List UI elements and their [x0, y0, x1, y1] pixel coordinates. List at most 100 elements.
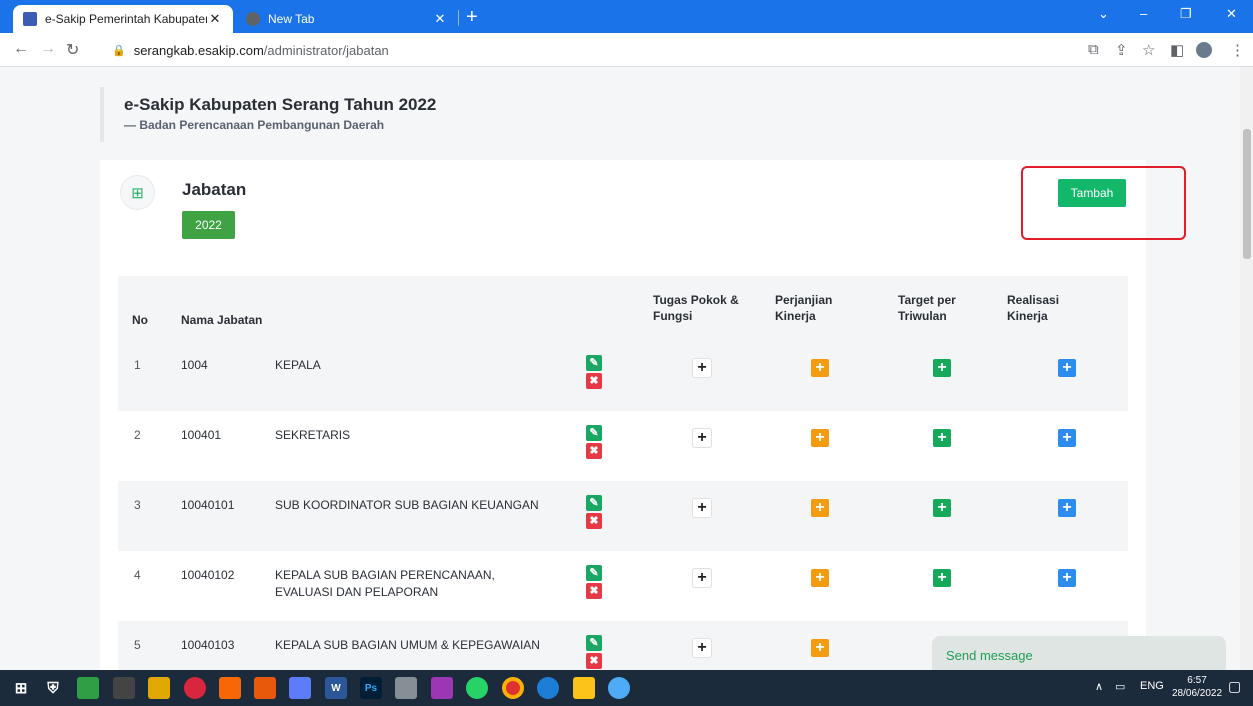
- chrome-icon[interactable]: [502, 677, 524, 699]
- tab-close-icon[interactable]: ✕: [207, 11, 223, 27]
- page-scrollbar[interactable]: [1240, 67, 1253, 670]
- word-icon[interactable]: W: [325, 677, 347, 699]
- table-row: 2 100401 SEKRETARIS ✎ ✖ + + + +: [118, 411, 1128, 481]
- add-realisasi-kinerja-button[interactable]: +: [1058, 569, 1076, 587]
- lock-icon: 🔒: [112, 44, 126, 57]
- app-icon[interactable]: [77, 677, 99, 699]
- add-button[interactable]: Tambah: [1058, 179, 1126, 207]
- row-nama: SEKRETARIS: [275, 428, 351, 442]
- add-perjanjian-kinerja-button[interactable]: +: [811, 499, 829, 517]
- url-path: /administrator/jabatan: [263, 42, 389, 58]
- clock-time: 6:57: [1187, 675, 1207, 686]
- add-realisasi-kinerja-button[interactable]: +: [1058, 429, 1076, 447]
- tab-search-icon[interactable]: ⌄: [1098, 6, 1109, 22]
- side-panel-icon[interactable]: ◧: [1170, 41, 1184, 59]
- header-tupoksi: Tugas Pokok & Fungsi: [653, 293, 739, 323]
- profile-avatar[interactable]: [1196, 42, 1212, 58]
- back-icon[interactable]: ←: [13, 40, 29, 58]
- year-badge[interactable]: 2022: [182, 211, 235, 239]
- add-perjanjian-kinerja-button[interactable]: +: [811, 359, 829, 377]
- delete-icon[interactable]: ✖: [586, 583, 602, 599]
- delete-icon[interactable]: ✖: [586, 373, 602, 389]
- row-nama: KEPALA SUB BAGIAN UMUM & KEPEGAWAIAN: [275, 638, 540, 652]
- edit-icon[interactable]: ✎: [586, 495, 602, 511]
- header-target-triwulan: Target per Triwulan: [898, 293, 956, 323]
- add-tupoksi-button[interactable]: +: [693, 429, 711, 447]
- edit-icon[interactable]: ✎: [586, 355, 602, 371]
- network-icon[interactable]: [289, 677, 311, 699]
- table-row: 1 1004 KEPALA ✎ ✖ + + + +: [118, 341, 1128, 411]
- edit-icon[interactable]: ✎: [586, 425, 602, 441]
- file-explorer-icon[interactable]: [148, 677, 170, 699]
- windows-start-icon[interactable]: ⊞: [10, 677, 32, 699]
- send-message-chat-widget[interactable]: Send message: [932, 636, 1226, 670]
- close-window-button[interactable]: ✕: [1226, 6, 1237, 22]
- tab-new-tab[interactable]: New Tab ✕: [236, 5, 458, 33]
- shield-icon[interactable]: ⛨: [42, 677, 64, 699]
- tab-close-icon[interactable]: ✕: [432, 11, 448, 27]
- edit-icon[interactable]: ✎: [586, 635, 602, 651]
- add-target-triwulan-button[interactable]: +: [933, 499, 951, 517]
- add-realisasi-kinerja-button[interactable]: +: [1058, 359, 1076, 377]
- windows-taskbar: ⊞ ⛨ W Ps ∧ ▭ ENG 6:57 28/06/2022 ▢: [0, 670, 1253, 706]
- battery-icon[interactable]: ▭: [1115, 680, 1125, 693]
- row-no: 2: [134, 428, 141, 442]
- site-subtitle: — Badan Perencanaan Pembangunan Daerah: [124, 118, 385, 132]
- section-title: Jabatan: [182, 180, 247, 199]
- language-indicator[interactable]: ENG: [1140, 680, 1164, 692]
- whatsapp-icon[interactable]: [466, 677, 488, 699]
- add-tupoksi-button[interactable]: +: [693, 639, 711, 657]
- add-realisasi-kinerja-button[interactable]: +: [1058, 499, 1076, 517]
- edge-icon[interactable]: [537, 677, 559, 699]
- page-viewport: e-Sakip Kabupaten Serang Tahun 2022 — Ba…: [0, 67, 1240, 670]
- delete-icon[interactable]: ✖: [586, 653, 602, 669]
- edit-icon[interactable]: ✎: [586, 565, 602, 581]
- add-perjanjian-kinerja-button[interactable]: +: [811, 569, 829, 587]
- camera-icon[interactable]: [113, 677, 135, 699]
- share-icon[interactable]: ⇪: [1115, 41, 1128, 59]
- delete-icon[interactable]: ✖: [586, 443, 602, 459]
- forward-icon[interactable]: →: [40, 40, 56, 58]
- add-tupoksi-button[interactable]: +: [693, 499, 711, 517]
- photoshop-icon[interactable]: Ps: [360, 677, 382, 699]
- new-tab-button[interactable]: +: [466, 5, 478, 29]
- add-target-triwulan-button[interactable]: +: [933, 569, 951, 587]
- translate-icon[interactable]: ⧉: [1088, 41, 1099, 58]
- reload-icon[interactable]: ↻: [66, 40, 79, 60]
- jabatan-card: ⊞ Jabatan 2022 Tambah No Nama Jabatan Tu…: [100, 160, 1186, 670]
- app-icon[interactable]: [395, 677, 417, 699]
- scrollbar-thumb[interactable]: [1243, 129, 1251, 259]
- xampp-icon[interactable]: [219, 677, 241, 699]
- tab-title: e-Sakip Pemerintah Kabupaten S: [45, 12, 207, 26]
- add-target-triwulan-button[interactable]: +: [933, 359, 951, 377]
- kebab-menu-icon[interactable]: ⋮: [1230, 41, 1245, 59]
- app-icon[interactable]: [431, 677, 453, 699]
- add-perjanjian-kinerja-button[interactable]: +: [811, 639, 829, 657]
- notification-icon[interactable]: ▢: [1228, 678, 1241, 695]
- row-nama: SUB KOORDINATOR SUB BAGIAN KEUANGAN: [275, 498, 539, 512]
- add-tupoksi-button[interactable]: +: [693, 359, 711, 377]
- url-field[interactable]: 🔒 serangkab.esakip.com/administrator/jab…: [112, 37, 972, 63]
- tab-esakip[interactable]: e-Sakip Pemerintah Kabupaten S ✕: [13, 5, 233, 33]
- table-row: 4 10040102 KEPALA SUB BAGIAN PERENCANAAN…: [118, 551, 1128, 621]
- sticky-notes-icon[interactable]: [573, 677, 595, 699]
- maximize-button[interactable]: ❐: [1180, 6, 1192, 22]
- tray-chevron-icon[interactable]: ∧: [1095, 680, 1103, 693]
- header-realisasi-kinerja: Realisasi Kinerja: [1007, 293, 1060, 323]
- add-tupoksi-button[interactable]: +: [693, 569, 711, 587]
- bookmark-star-icon[interactable]: ☆: [1142, 41, 1155, 59]
- clock[interactable]: 6:57 28/06/2022: [1172, 674, 1222, 700]
- table-header: No Nama Jabatan Tugas Pokok & Fungsi Perj…: [118, 276, 1128, 341]
- app-icon[interactable]: [184, 677, 206, 699]
- minimize-button[interactable]: –: [1140, 6, 1147, 21]
- row-kode: 10040101: [181, 498, 235, 512]
- browser-titlebar: e-Sakip Pemerintah Kabupaten S ✕ New Tab…: [0, 0, 1253, 33]
- row-kode: 10040103: [181, 638, 235, 652]
- delete-icon[interactable]: ✖: [586, 513, 602, 529]
- chrome-favicon-icon: [246, 12, 260, 26]
- add-perjanjian-kinerja-button[interactable]: +: [811, 429, 829, 447]
- sublime-text-icon[interactable]: [254, 677, 276, 699]
- add-target-triwulan-button[interactable]: +: [933, 429, 951, 447]
- header-nama-jabatan: Nama Jabatan: [181, 313, 263, 327]
- chrome-profile-icon[interactable]: [608, 677, 630, 699]
